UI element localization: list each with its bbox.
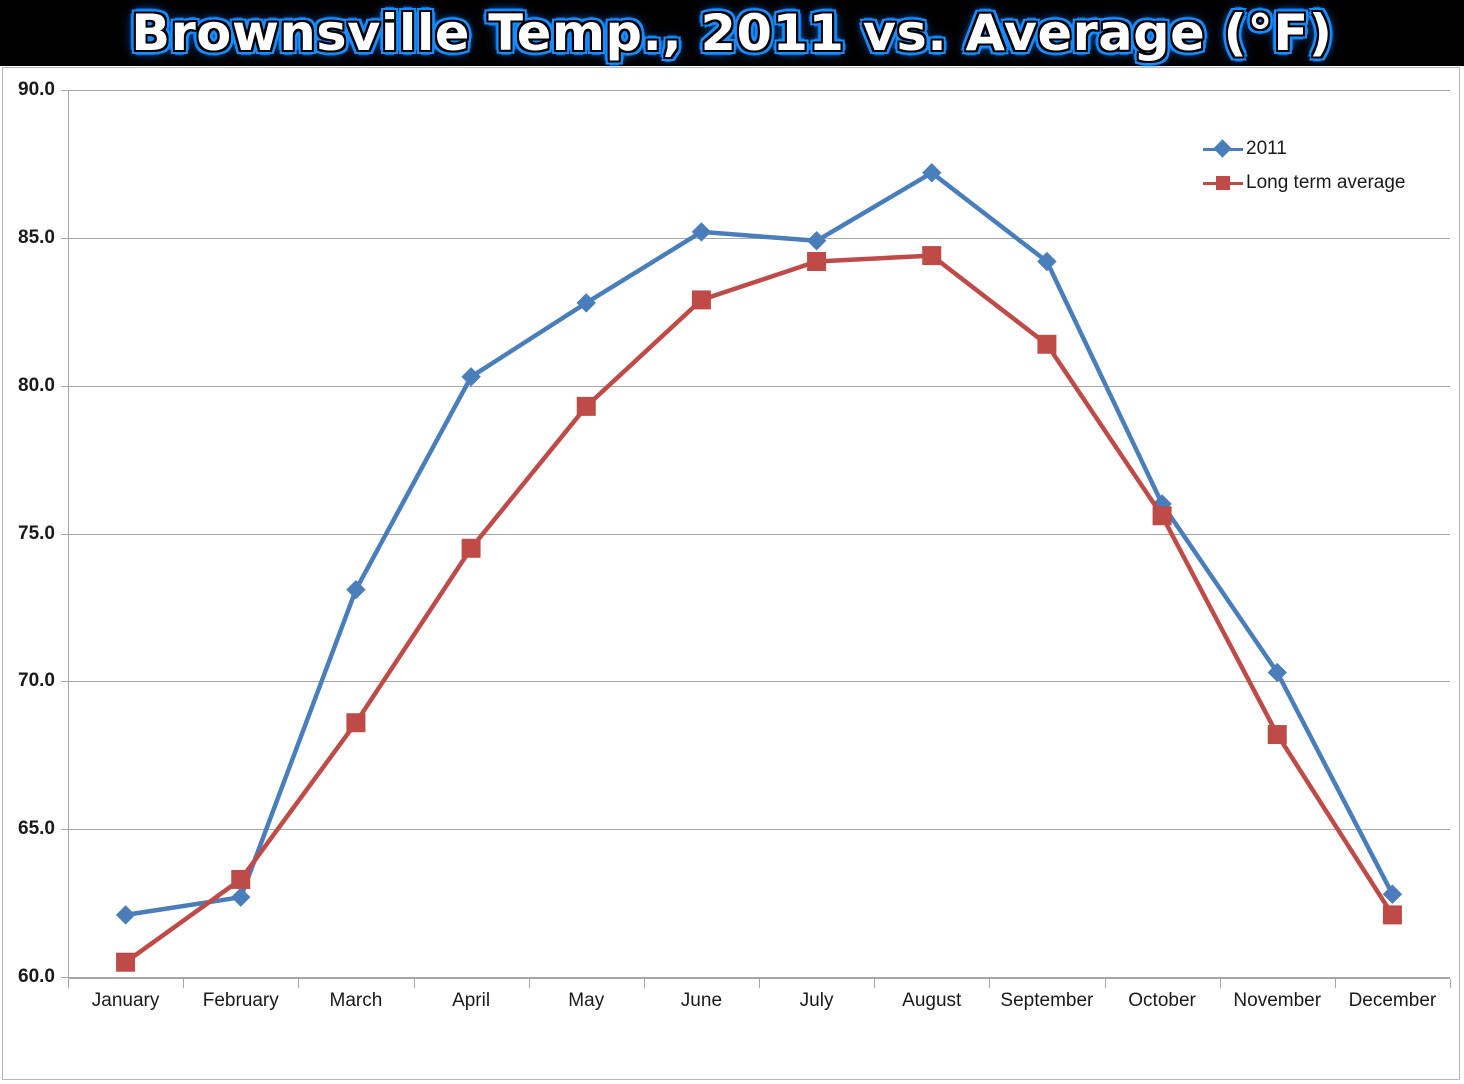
x-tick-mark <box>989 979 991 988</box>
y-tick-mark <box>61 829 68 831</box>
y-gridline <box>68 385 1450 387</box>
y-tick-mark <box>61 681 68 683</box>
x-tick-mark <box>1219 979 1221 988</box>
legend-marker-diamond-icon <box>1213 139 1232 158</box>
x-tick-mark <box>1104 979 1106 988</box>
legend-swatch <box>1203 173 1243 193</box>
page-title: Brownsville Temp., 2011 vs. Average (°F) <box>131 4 1333 62</box>
y-axis-tick-label: 80.0 <box>18 374 55 396</box>
y-tick-mark <box>61 90 68 91</box>
y-gridline <box>68 681 1450 683</box>
legend-item-2[interactable]: Long term average <box>1203 166 1453 200</box>
x-tick-mark <box>183 979 185 988</box>
x-axis-tick-label: August <box>902 990 962 1011</box>
chart-page: Brownsville Temp., 2011 vs. Average (°F)… <box>0 0 1464 1084</box>
legend-item-1[interactable]: 2011 <box>1203 132 1453 166</box>
chart-legend: 2011 Long term average <box>1203 132 1453 200</box>
x-tick-mark <box>528 979 530 988</box>
x-axis-tick-label: February <box>202 990 279 1011</box>
x-axis-tick-label: December <box>1348 990 1437 1011</box>
x-axis-tick-label: January <box>91 990 160 1011</box>
y-tick-mark <box>61 385 68 387</box>
x-tick-mark <box>68 979 69 988</box>
x-axis-tick-label: May <box>568 990 605 1011</box>
x-axis-tick-label: July <box>799 990 834 1011</box>
plot-area: 90.0 85.0 80.0 75.0 70.0 65.0 60.0 <box>18 79 1450 987</box>
x-tick-mark <box>1334 979 1336 988</box>
legend-swatch <box>1203 139 1243 159</box>
y-gridline <box>68 533 1450 535</box>
y-gridline <box>68 829 1450 831</box>
y-gridline <box>68 90 1450 91</box>
y-gridline <box>68 237 1450 239</box>
x-tick-mark <box>413 979 415 988</box>
y-tick-mark <box>61 977 68 978</box>
x-tick-mark <box>1450 979 1451 988</box>
x-tick-mark <box>874 979 876 988</box>
y-axis-tick-label: 75.0 <box>18 522 55 544</box>
y-axis-tick-label: 90.0 <box>18 79 55 100</box>
y-axis-tick-label: 70.0 <box>18 670 55 692</box>
y-axis-tick-label: 60.0 <box>18 966 55 987</box>
legend-label: Long term average <box>1246 172 1406 193</box>
y-axis-tick-label: 65.0 <box>18 818 55 840</box>
x-tick-mark <box>759 979 760 988</box>
y-gridline <box>68 977 1450 978</box>
y-tick-mark <box>61 237 68 239</box>
title-banner: Brownsville Temp., 2011 vs. Average (°F) <box>0 0 1464 66</box>
x-axis-tick-label: September <box>1000 990 1094 1011</box>
x-axis-tick-label: March <box>329 990 383 1011</box>
legend-marker-square-icon <box>1216 176 1230 190</box>
x-axis-tick-label: November <box>1233 990 1322 1011</box>
x-axis-tick-label: October <box>1128 990 1196 1011</box>
legend-label: 2011 <box>1246 138 1287 159</box>
x-axis-tick-label: April <box>452 990 491 1011</box>
x-tick-mark <box>298 979 300 988</box>
y-axis-tick-label: 85.0 <box>18 226 55 248</box>
x-tick-mark <box>643 979 645 988</box>
y-tick-mark <box>61 533 68 535</box>
x-axis-tick-label: June <box>680 990 723 1011</box>
